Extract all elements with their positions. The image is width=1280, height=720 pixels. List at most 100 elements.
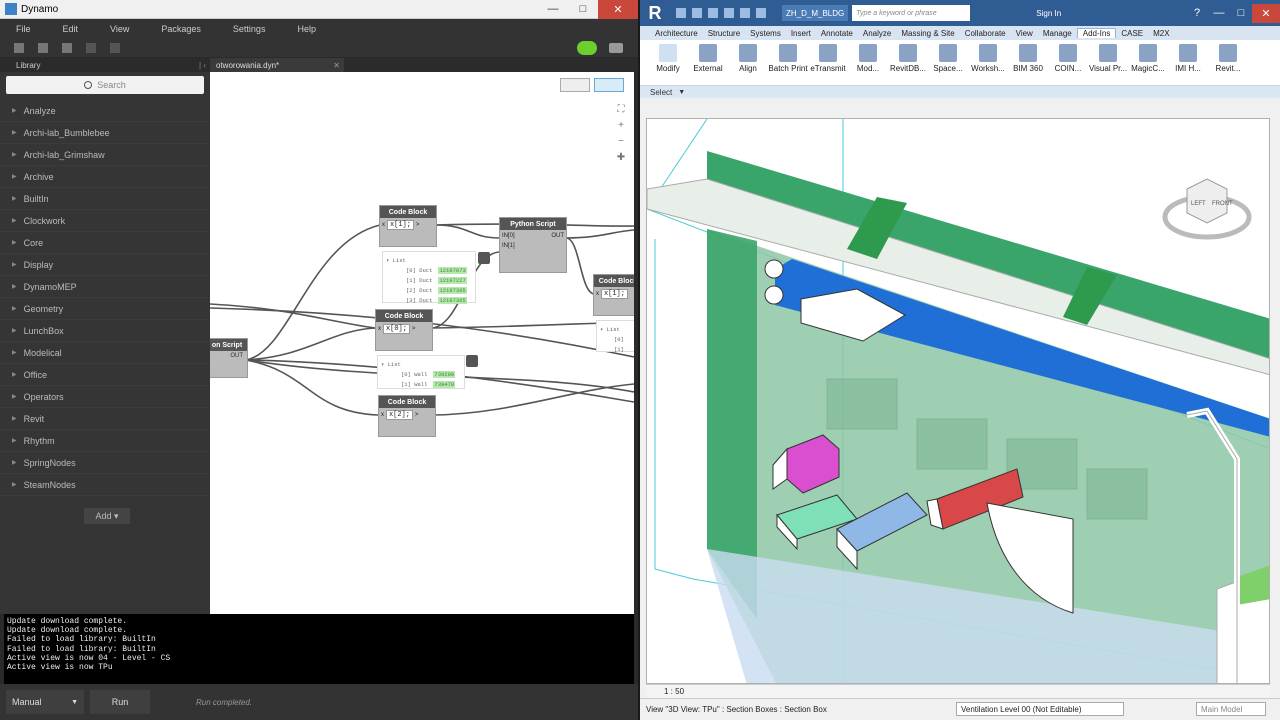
- input-port[interactable]: IN[0]: [502, 233, 515, 239]
- ribbon-button[interactable]: MagicC...: [1128, 40, 1168, 85]
- menu-packages[interactable]: Packages: [145, 24, 217, 34]
- library-item[interactable]: ▶ Core: [0, 232, 210, 254]
- pan-icon[interactable]: ✚: [611, 152, 631, 168]
- maximize-button[interactable]: □: [1230, 4, 1252, 23]
- library-collapse-icon[interactable]: | ‹: [199, 61, 210, 70]
- menu-file[interactable]: File: [0, 24, 47, 34]
- library-item[interactable]: ▶ Archi-lab_Bumblebee: [0, 122, 210, 144]
- library-search-input[interactable]: Search: [6, 76, 204, 94]
- zoom-in-icon[interactable]: +: [611, 120, 631, 136]
- menu-help[interactable]: Help: [281, 24, 332, 34]
- ribbon-button[interactable]: Mod...: [848, 40, 888, 85]
- undo-icon[interactable]: [86, 43, 96, 53]
- ribbon-button[interactable]: eTransmit: [808, 40, 848, 85]
- menu-settings[interactable]: Settings: [217, 24, 282, 34]
- library-item[interactable]: ▶ DynamoMEP: [0, 276, 210, 298]
- minimize-button[interactable]: —: [538, 0, 568, 19]
- input-port[interactable]: IN[1]: [502, 243, 515, 249]
- ribbon-tab[interactable]: Collaborate: [960, 29, 1011, 38]
- library-item[interactable]: ▶ Clockwork: [0, 210, 210, 232]
- camera-icon[interactable]: [609, 43, 623, 53]
- select-panel-label[interactable]: Select: [650, 88, 672, 97]
- library-item[interactable]: ▶ Archive: [0, 166, 210, 188]
- ribbon-button[interactable]: Batch Print: [768, 40, 808, 85]
- view-mode-toggle[interactable]: [560, 78, 628, 96]
- library-item[interactable]: ▶ Revit: [0, 408, 210, 430]
- library-item[interactable]: ▶ Office: [0, 364, 210, 386]
- ribbon-button[interactable]: COIN...: [1048, 40, 1088, 85]
- code-block-node[interactable]: Code Block x x[2]; >: [378, 395, 436, 437]
- run-mode-dropdown[interactable]: Manual ▼: [6, 690, 84, 714]
- code-text[interactable]: x[2];: [385, 410, 413, 420]
- redo-icon[interactable]: [740, 8, 750, 18]
- ribbon-tab[interactable]: Architecture: [650, 29, 703, 38]
- ribbon-button[interactable]: External: [688, 40, 728, 85]
- close-button[interactable]: ✕: [1252, 3, 1280, 23]
- view-scale[interactable]: 1 : 50: [664, 687, 684, 696]
- chevron-down-icon[interactable]: ▼: [678, 89, 685, 96]
- run-button[interactable]: Run: [90, 690, 150, 714]
- code-block-node[interactable]: Code Block x x[1];: [593, 274, 634, 316]
- code-text[interactable]: x[1];: [600, 289, 628, 299]
- library-item[interactable]: ▶ SpringNodes: [0, 452, 210, 474]
- 3d-view[interactable]: LEFT FRONT: [646, 118, 1270, 684]
- level-dropdown[interactable]: Ventilation Level 00 (Not Editable): [956, 702, 1124, 716]
- undo-icon[interactable]: [724, 8, 734, 18]
- output-port[interactable]: OUT: [230, 353, 243, 359]
- ribbon-tab[interactable]: Add-Ins: [1076, 28, 1117, 38]
- library-item[interactable]: ▶ LunchBox: [0, 320, 210, 342]
- zoom-fit-icon[interactable]: ⛶: [611, 104, 631, 120]
- library-item[interactable]: ▶ Display: [0, 254, 210, 276]
- ribbon-tab[interactable]: Manage: [1038, 29, 1077, 38]
- library-item[interactable]: ▶ Geometry: [0, 298, 210, 320]
- graph-canvas[interactable]: on Script OUT Code Block x x[1]; > ▾ Lis…: [210, 72, 634, 614]
- ribbon-button[interactable]: BIM 360: [1008, 40, 1048, 85]
- python-script-node[interactable]: on Script OUT: [210, 338, 248, 378]
- code-block-node[interactable]: Code Block x x[0]; >: [375, 309, 433, 351]
- ribbon-tab[interactable]: CASE: [1116, 29, 1148, 38]
- pin-icon[interactable]: [466, 355, 478, 367]
- add-library-button[interactable]: Add ▾: [84, 508, 130, 524]
- ribbon-button[interactable]: Align: [728, 40, 768, 85]
- ribbon-tab[interactable]: Analyze: [858, 29, 896, 38]
- zoom-out-icon[interactable]: −: [611, 136, 631, 152]
- library-item[interactable]: ▶ Operators: [0, 386, 210, 408]
- ribbon-button[interactable]: RevitDB...: [888, 40, 928, 85]
- sync-icon[interactable]: [708, 8, 718, 18]
- code-text[interactable]: x[0];: [382, 324, 410, 334]
- ribbon-tab[interactable]: Structure: [703, 29, 745, 38]
- menu-edit[interactable]: Edit: [47, 24, 95, 34]
- menu-view[interactable]: View: [94, 24, 145, 34]
- library-item[interactable]: ▶ Rhythm: [0, 430, 210, 452]
- help-icon[interactable]: ?: [1186, 4, 1208, 23]
- ribbon-button[interactable]: Revit...: [1208, 40, 1248, 85]
- background-preview-icon[interactable]: [594, 78, 624, 92]
- workspace-tab[interactable]: otworowania.dyn* ✕: [210, 58, 344, 72]
- python-script-node[interactable]: Python Script IN[0] OUT IN[1]: [499, 217, 567, 273]
- graph-view-icon[interactable]: [560, 78, 590, 92]
- ribbon-tab[interactable]: M2X: [1148, 29, 1174, 38]
- save-icon[interactable]: [62, 43, 72, 53]
- output-port[interactable]: OUT: [551, 233, 564, 239]
- ribbon-button[interactable]: Space...: [928, 40, 968, 85]
- library-item[interactable]: ▶ Modelical: [0, 342, 210, 364]
- ribbon-tab[interactable]: Annotate: [816, 29, 858, 38]
- open-file-icon[interactable]: [38, 43, 48, 53]
- library-item[interactable]: ▶ Analyze: [0, 100, 210, 122]
- model-dropdown[interactable]: Main Model: [1196, 702, 1266, 716]
- redo-icon[interactable]: [110, 43, 120, 53]
- ribbon-tab[interactable]: Systems: [745, 29, 786, 38]
- ribbon-tab[interactable]: Insert: [786, 29, 816, 38]
- cloud-upload-icon[interactable]: [577, 41, 597, 55]
- ribbon-button[interactable]: Modify: [648, 40, 688, 85]
- new-file-icon[interactable]: [14, 43, 24, 53]
- ribbon-tab[interactable]: Massing & Site: [896, 29, 959, 38]
- library-item[interactable]: ▶ BuiltIn: [0, 188, 210, 210]
- sign-in-link[interactable]: Sign In: [1036, 9, 1061, 18]
- print-icon[interactable]: [756, 8, 766, 18]
- library-item[interactable]: ▶ SteamNodes: [0, 474, 210, 496]
- code-block-node[interactable]: Code Block x x[1]; >: [379, 205, 437, 247]
- code-text[interactable]: x[1];: [386, 220, 414, 230]
- close-button[interactable]: ✕: [598, 0, 638, 19]
- ribbon-tab[interactable]: View: [1011, 29, 1038, 38]
